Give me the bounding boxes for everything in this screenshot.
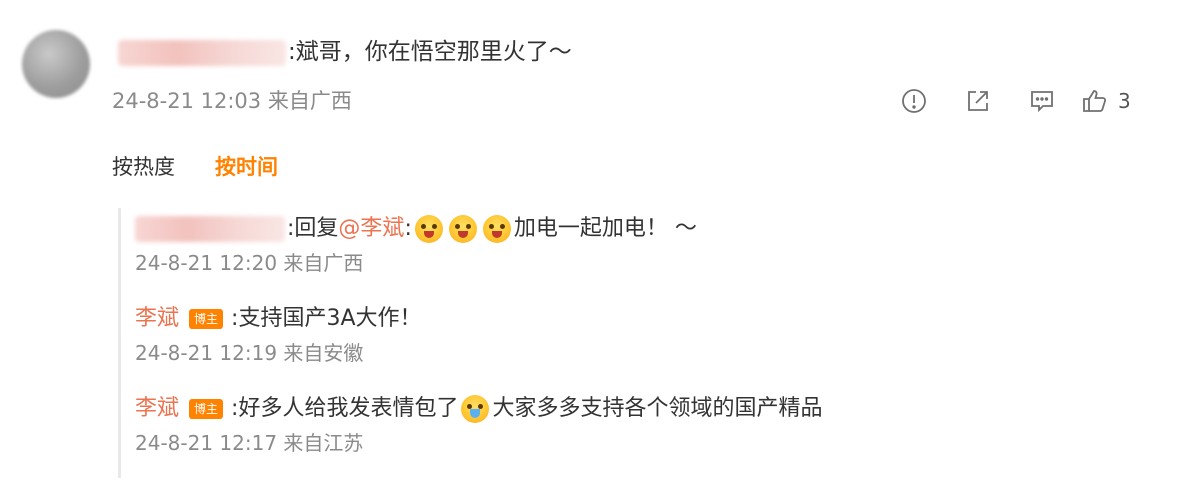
- report-button[interactable]: [882, 84, 946, 118]
- like-count: 3: [1118, 89, 1131, 113]
- reply-time: 24-8-21 12:17 来自江苏: [135, 431, 364, 455]
- tab-sort-time[interactable]: 按时间: [215, 152, 278, 182]
- avatar[interactable]: [22, 30, 90, 98]
- top-comment-time: 24-8-21 12:03 来自广西: [112, 89, 352, 113]
- reply-text-after: 大家多多支持各个领域的国产精品: [492, 396, 823, 421]
- share-icon: [968, 91, 988, 111]
- comment-actions: 3: [882, 84, 1144, 118]
- reply-prefix: :回复: [287, 216, 339, 241]
- reply-text: :支持国产3A大作！: [231, 306, 422, 331]
- blurred-username[interactable]: [135, 216, 285, 242]
- tab-sort-hot[interactable]: 按热度: [112, 152, 175, 182]
- reply-item: 李斌 博主 :好多人给我发表情包了 大家多多支持各个领域的国产精品 24-8-2…: [135, 390, 822, 458]
- emoji-icon: [448, 215, 477, 243]
- reply-text-before: :好多人给我发表情包了: [231, 396, 459, 421]
- report-icon: [902, 89, 926, 113]
- reply-list: :回复 @李斌 : 加电一起加电！ ～ 24-8-21 12:20 来自广西 李…: [118, 208, 1158, 478]
- reply-time: 24-8-21 12:19 来自安徽: [135, 341, 364, 365]
- comment-button[interactable]: [1010, 84, 1074, 118]
- mention-link[interactable]: @李斌: [338, 210, 404, 248]
- emoji-icon: [482, 215, 511, 243]
- top-comment-line: :斌哥，你在悟空那里火了～: [118, 32, 1158, 72]
- reply-text: 加电一起加电！ ～: [513, 216, 697, 241]
- sort-tabs: 按热度 按时间: [112, 152, 278, 182]
- reply-line: 李斌 博主 :支持国产3A大作！: [135, 300, 422, 338]
- like-icon: [1083, 90, 1107, 112]
- reply-line: :回复 @李斌 : 加电一起加电！ ～: [135, 210, 697, 248]
- share-button[interactable]: [946, 84, 1010, 118]
- reply-colon: :: [404, 216, 412, 241]
- reply-username[interactable]: 李斌: [135, 300, 179, 338]
- emoji-icon: [414, 215, 443, 243]
- reply-item: :回复 @李斌 : 加电一起加电！ ～ 24-8-21 12:20 来自广西: [135, 210, 697, 278]
- blurred-username[interactable]: [118, 39, 286, 66]
- crying-emoji-icon: [461, 395, 490, 423]
- author-badge: 博主: [189, 399, 224, 419]
- reply-time: 24-8-21 12:20 来自广西: [135, 251, 364, 275]
- reply-item: 李斌 博主 :支持国产3A大作！ 24-8-21 12:19 来自安徽: [135, 300, 422, 368]
- reply-username[interactable]: 李斌: [135, 390, 179, 428]
- author-badge: 博主: [189, 309, 224, 329]
- top-comment-text: :斌哥，你在悟空那里火了～: [288, 39, 572, 65]
- like-button[interactable]: 3: [1074, 84, 1144, 118]
- top-comment: :斌哥，你在悟空那里火了～: [118, 32, 1158, 72]
- reply-line: 李斌 博主 :好多人给我发表情包了 大家多多支持各个领域的国产精品: [135, 390, 822, 428]
- comment-icon: [1031, 91, 1053, 113]
